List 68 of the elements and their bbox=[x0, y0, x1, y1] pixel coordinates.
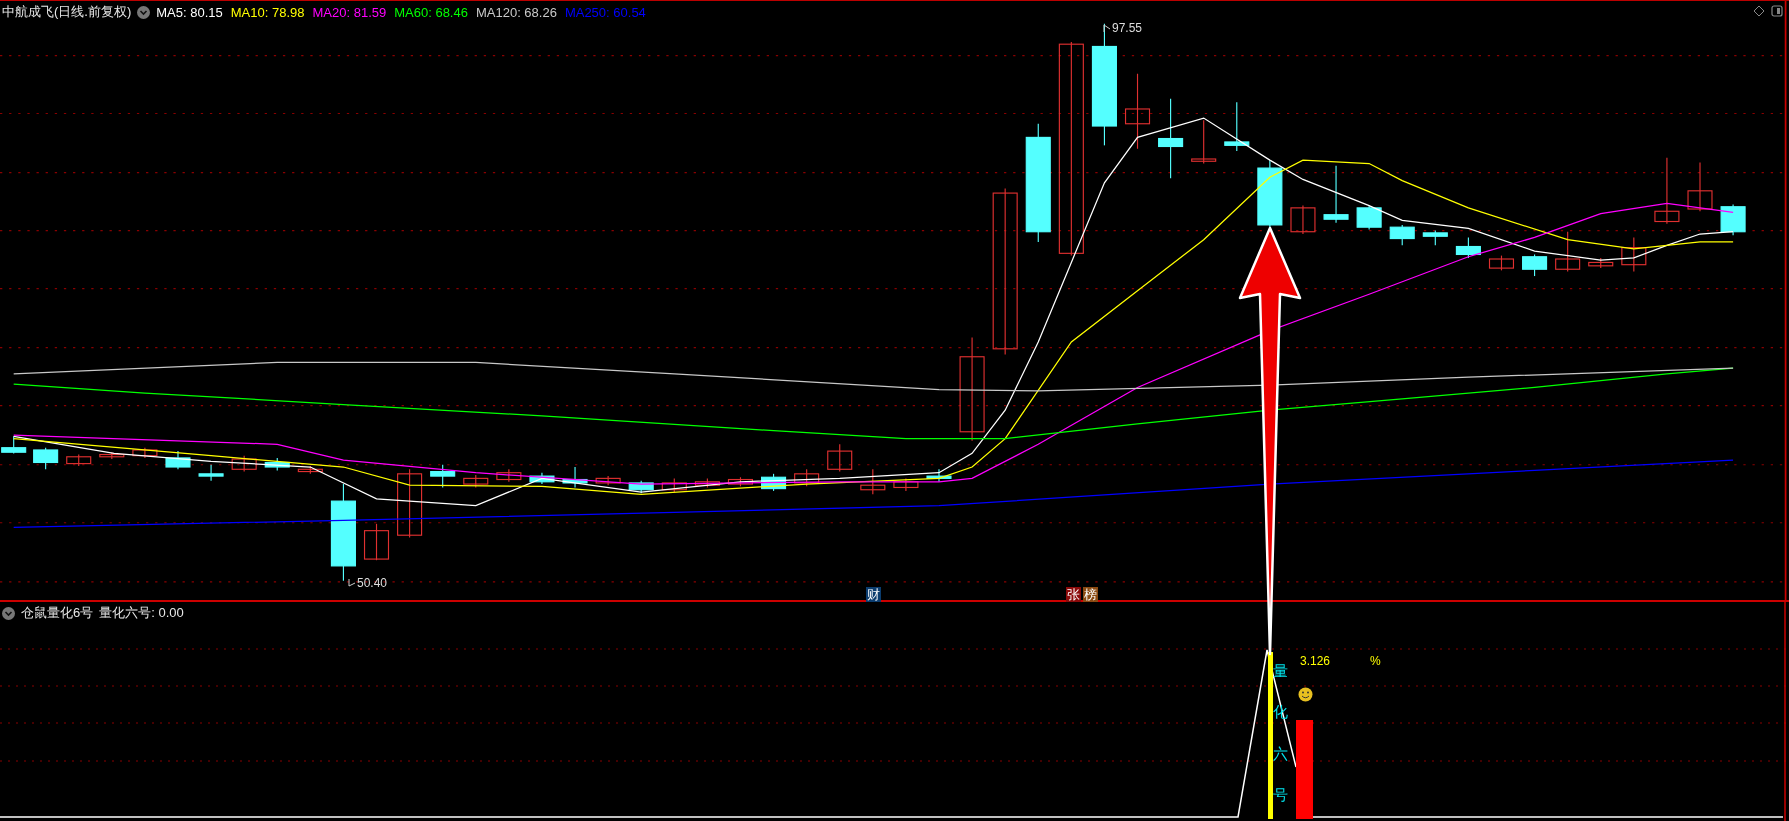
candlestick bbox=[1455, 236, 1481, 259]
percent-sign: % bbox=[1370, 654, 1381, 668]
dropdown-icon bbox=[2, 606, 15, 620]
candlestick bbox=[794, 468, 820, 487]
candlestick bbox=[926, 468, 952, 483]
candlestick bbox=[231, 455, 257, 473]
candlestick bbox=[264, 457, 290, 471]
leader-line bbox=[348, 578, 356, 588]
moving-average-value: MA20: 81.59 bbox=[312, 4, 387, 20]
dropdown-icon bbox=[137, 5, 151, 19]
candlestick bbox=[165, 450, 191, 470]
candlestick bbox=[198, 464, 224, 482]
candlestick bbox=[99, 451, 125, 460]
candlestick bbox=[297, 465, 323, 475]
candlestick bbox=[827, 443, 853, 473]
candlestick bbox=[661, 477, 687, 493]
leader-line bbox=[1103, 23, 1111, 33]
candlestick bbox=[463, 474, 489, 489]
smiley-icon bbox=[1298, 687, 1313, 702]
candlestick bbox=[397, 468, 423, 539]
moving-average-value: MA10: 78.98 bbox=[230, 4, 305, 20]
candlestick bbox=[1687, 161, 1713, 212]
candlestick bbox=[1290, 205, 1316, 235]
panel-toggle-icon bbox=[1771, 5, 1783, 17]
high-price-label: 97.55 bbox=[1112, 21, 1143, 35]
event-marker[interactable]: 张 bbox=[1066, 587, 1081, 602]
moving-average-value: MA120: 68.26 bbox=[475, 4, 557, 20]
candlestick bbox=[1488, 255, 1515, 271]
candlestick bbox=[1555, 231, 1581, 273]
candlestick bbox=[1621, 236, 1647, 273]
candlestick bbox=[727, 476, 754, 487]
candlestick bbox=[1522, 253, 1548, 277]
indicator-value: 量化六号: 0.00 bbox=[99, 604, 184, 622]
candlestick bbox=[893, 477, 919, 492]
candlestick bbox=[860, 468, 886, 495]
candlestick bbox=[628, 480, 654, 494]
moving-average-value: MA60: 68.46 bbox=[394, 4, 468, 20]
candlestick bbox=[1, 435, 27, 454]
event-marker[interactable]: 财 bbox=[866, 587, 881, 602]
candlestick bbox=[1224, 101, 1250, 152]
moving-average-value: MA5: 80.15 bbox=[156, 4, 223, 20]
candlestick bbox=[1588, 257, 1614, 269]
diamond-icon bbox=[1753, 5, 1765, 17]
candlestick bbox=[529, 472, 555, 485]
candlestick bbox=[33, 447, 59, 470]
moving-average-value: MA250: 60.54 bbox=[564, 4, 646, 20]
candlestick bbox=[595, 475, 621, 486]
candlestick bbox=[1422, 230, 1448, 246]
candlestick bbox=[1356, 205, 1382, 231]
indicator-title: 仓鼠量化6号 bbox=[21, 604, 94, 622]
event-marker[interactable]: 榜 bbox=[1083, 587, 1098, 602]
candlestick bbox=[1720, 203, 1746, 236]
candlestick bbox=[430, 464, 456, 489]
percent-value: 3.126 bbox=[1300, 654, 1331, 668]
chart-title: 中航成飞(日线.前复权) bbox=[2, 3, 132, 21]
candlestick bbox=[761, 473, 787, 492]
candlestick bbox=[496, 468, 522, 483]
candlestick bbox=[363, 523, 390, 561]
candlestick bbox=[1389, 224, 1415, 246]
candlestick bbox=[1191, 119, 1217, 165]
candlestick bbox=[66, 453, 92, 467]
candlestick bbox=[1257, 159, 1283, 229]
candlestick bbox=[694, 477, 720, 489]
candlestick bbox=[1323, 165, 1349, 224]
candlestick bbox=[1654, 157, 1680, 225]
low-price-label: 50.40 bbox=[357, 576, 388, 590]
candlestick bbox=[562, 466, 588, 489]
candlestick bbox=[132, 447, 158, 459]
